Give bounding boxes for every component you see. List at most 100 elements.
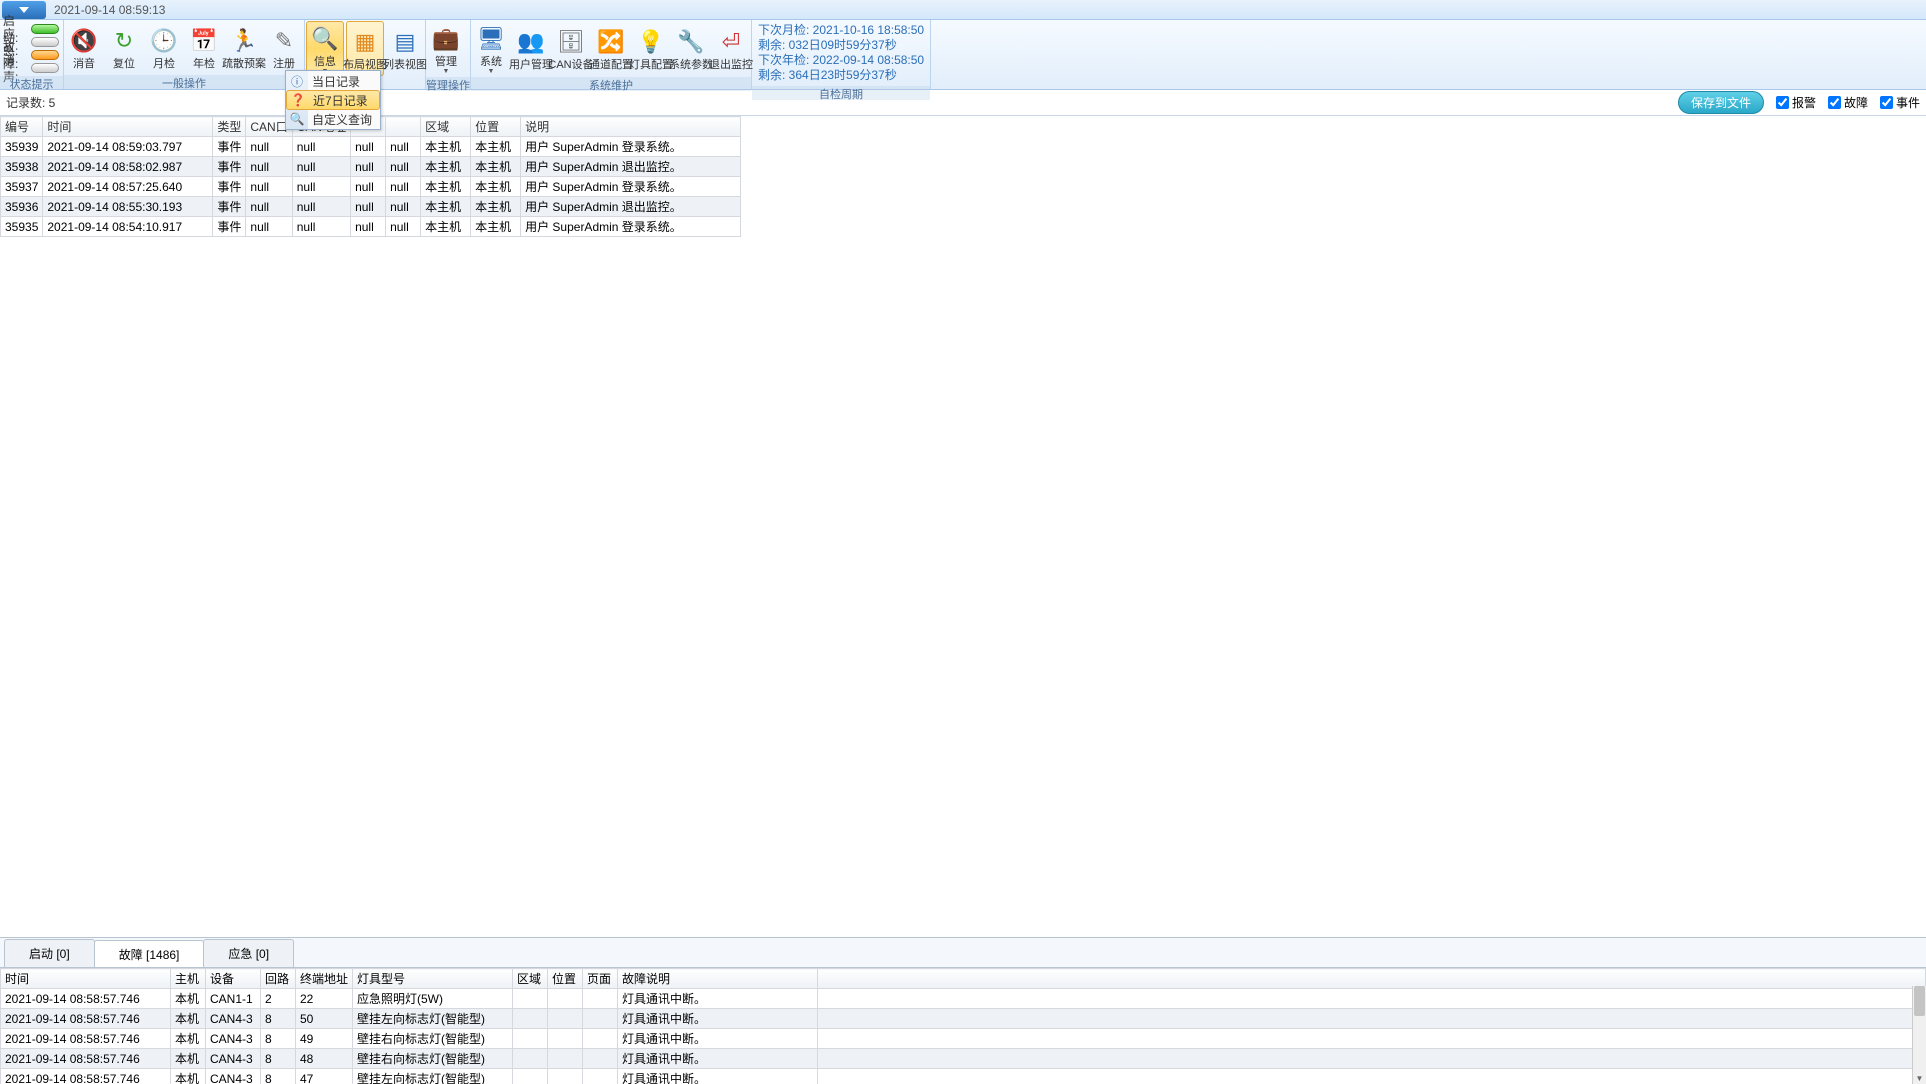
table-cell — [513, 1049, 548, 1069]
checkbox-fault[interactable]: 故障 — [1828, 94, 1868, 111]
checkbox-fault-input[interactable] — [1828, 96, 1841, 109]
col-header[interactable]: 区域 — [513, 969, 548, 989]
col-header[interactable]: 位置 — [471, 117, 521, 137]
table-row[interactable]: 359382021-09-14 08:58:02.987事件nullnullnu… — [1, 157, 741, 177]
tab-start[interactable]: 启动 [0] — [4, 939, 95, 967]
col-header[interactable]: 灯具型号 — [353, 969, 513, 989]
vertical-scrollbar[interactable]: ▼ — [1912, 986, 1926, 1084]
mute-button[interactable]: 🔇消音 — [65, 21, 103, 74]
info-button[interactable]: 🔍信息▼ — [306, 21, 344, 76]
col-header[interactable]: 故障说明 — [618, 969, 818, 989]
tab-emerg[interactable]: 应急 [0] — [203, 939, 294, 967]
record-count: 记录数: 5 — [6, 94, 55, 111]
user-manage-button[interactable]: 👥用户管理 — [512, 21, 550, 76]
table-cell: 用户 SuperAdmin 退出监控。 — [521, 197, 741, 217]
layout-icon: ▦ — [351, 28, 379, 56]
table-row[interactable]: 2021-09-14 08:58:57.746本机CAN4-3850壁挂左向标志… — [1, 1009, 1926, 1029]
col-header[interactable]: 类型 — [213, 117, 246, 137]
table-cell: 本机 — [171, 1009, 206, 1029]
checkbox-event[interactable]: 事件 — [1880, 94, 1920, 111]
checkbox-alarm[interactable]: 报警 — [1776, 94, 1816, 111]
table-cell — [583, 1069, 618, 1084]
table-row[interactable]: 2021-09-14 08:58:57.746本机CAN1-1222应急照明灯(… — [1, 989, 1926, 1009]
checkbox-alarm-input[interactable] — [1776, 96, 1789, 109]
table-cell: null — [351, 137, 386, 157]
layout-view-button[interactable]: ▦布局视图 — [346, 21, 384, 76]
table-cell: 壁挂右向标志灯(智能型) — [353, 1049, 513, 1069]
info-dropdown: ⓘ当日记录 ❓近7日记录 🔍自定义查询 — [285, 70, 381, 130]
channel-config-button[interactable]: 🔀通道配置 — [592, 21, 630, 76]
table-cell: 用户 SuperAdmin 登录系统。 — [521, 177, 741, 197]
system-button[interactable]: 🖥系统▼ — [472, 21, 510, 76]
table-cell: CAN1-1 — [206, 989, 261, 1009]
evacuation-plan-button[interactable]: 🏃疏散预案 — [225, 21, 263, 74]
table-cell: 壁挂右向标志灯(智能型) — [353, 1029, 513, 1049]
speaker-mute-icon: 🔇 — [70, 27, 98, 55]
tab-fault[interactable]: 故障 [1486] — [94, 940, 205, 968]
can-device-button[interactable]: 🗄CAN设备 — [552, 21, 590, 76]
table-cell: 本主机 — [421, 177, 471, 197]
table-cell: 本主机 — [471, 197, 521, 217]
year-check-button[interactable]: 📅年检 — [185, 21, 223, 74]
table-cell: 灯具通讯中断。 — [618, 1009, 818, 1029]
table-row[interactable]: 359392021-09-14 08:59:03.797事件nullnullnu… — [1, 137, 741, 157]
col-header[interactable]: 编号 — [1, 117, 43, 137]
table-row[interactable]: 2021-09-14 08:58:57.746本机CAN4-3847壁挂左向标志… — [1, 1069, 1926, 1084]
list-view-button[interactable]: ▤列表视图 — [386, 21, 424, 76]
dropdown-item-7days[interactable]: ❓近7日记录 — [286, 90, 380, 110]
save-to-file-button[interactable]: 保存到文件 — [1678, 91, 1764, 114]
col-header[interactable]: 时间 — [43, 117, 213, 137]
lamp-config-button[interactable]: 💡灯具配置 — [632, 21, 670, 76]
self-check-cycle: 下次月检: 2021-10-16 18:58:50 剩余: 032日09时59分… — [752, 20, 930, 86]
table-cell: null — [351, 177, 386, 197]
bottom-table[interactable]: 时间主机设备回路终端地址灯具型号区域位置页面故障说明 2021-09-14 08… — [0, 968, 1926, 1084]
col-header[interactable] — [386, 117, 421, 137]
col-header[interactable]: 主机 — [171, 969, 206, 989]
col-header[interactable]: 终端地址 — [296, 969, 353, 989]
table-cell: 本主机 — [421, 137, 471, 157]
col-header[interactable]: 页面 — [583, 969, 618, 989]
table-cell: 应急照明灯(5W) — [353, 989, 513, 1009]
exit-monitor-button[interactable]: ⏎退出监控 — [712, 21, 750, 76]
checkbox-event-input[interactable] — [1880, 96, 1893, 109]
col-header[interactable]: 说明 — [521, 117, 741, 137]
running-person-icon: 🏃 — [230, 27, 258, 55]
table-cell — [548, 1009, 583, 1029]
group-caption-general: 一般操作 — [64, 75, 304, 89]
system-param-button[interactable]: 🔧系统参数 — [672, 21, 710, 76]
table-row[interactable]: 2021-09-14 08:58:57.746本机CAN4-3848壁挂右向标志… — [1, 1049, 1926, 1069]
table-cell: null — [246, 217, 292, 237]
table-row[interactable]: 2021-09-14 08:58:57.746本机CAN4-3849壁挂右向标志… — [1, 1029, 1926, 1049]
col-header[interactable]: 区域 — [421, 117, 471, 137]
channel-icon: 🔀 — [597, 28, 625, 56]
table-row[interactable]: 359352021-09-14 08:54:10.917事件nullnullnu… — [1, 217, 741, 237]
table-cell: 35937 — [1, 177, 43, 197]
lamp-start-icon — [31, 24, 59, 34]
scrollbar-thumb[interactable] — [1914, 986, 1925, 1016]
manage-button[interactable]: 💼管理▼ — [427, 21, 465, 76]
table-cell: 壁挂左向标志灯(智能型) — [353, 1069, 513, 1084]
scroll-down-arrow-icon[interactable]: ▼ — [1913, 1072, 1926, 1084]
briefcase-icon: 💼 — [432, 25, 460, 53]
col-header[interactable]: 回路 — [261, 969, 296, 989]
table-cell: null — [246, 157, 292, 177]
col-header[interactable]: 设备 — [206, 969, 261, 989]
dropdown-item-today[interactable]: ⓘ当日记录 — [286, 71, 380, 91]
search-icon: 🔍 — [288, 110, 306, 128]
register-button[interactable]: ✎注册 — [265, 21, 303, 74]
reset-button[interactable]: ↻复位 — [105, 21, 143, 74]
users-icon: 👥 — [517, 28, 545, 56]
col-header[interactable]: 位置 — [548, 969, 583, 989]
table-row[interactable]: 359362021-09-14 08:55:30.193事件nullnullnu… — [1, 197, 741, 217]
month-check-button[interactable]: 🕒月检 — [145, 21, 183, 74]
table-cell: 8 — [261, 1029, 296, 1049]
device-icon: 🗄 — [557, 28, 585, 56]
table-cell: null — [292, 217, 350, 237]
dropdown-item-custom[interactable]: 🔍自定义查询 — [286, 109, 380, 129]
table-row[interactable]: 359372021-09-14 08:57:25.640事件nullnullnu… — [1, 177, 741, 197]
table-cell: 本主机 — [421, 197, 471, 217]
main-table[interactable]: 编号时间类型CAN口CAN地址区域位置说明 359392021-09-14 08… — [0, 116, 741, 237]
table-cell: 35938 — [1, 157, 43, 177]
table-cell: null — [386, 137, 421, 157]
col-header[interactable]: 时间 — [1, 969, 171, 989]
